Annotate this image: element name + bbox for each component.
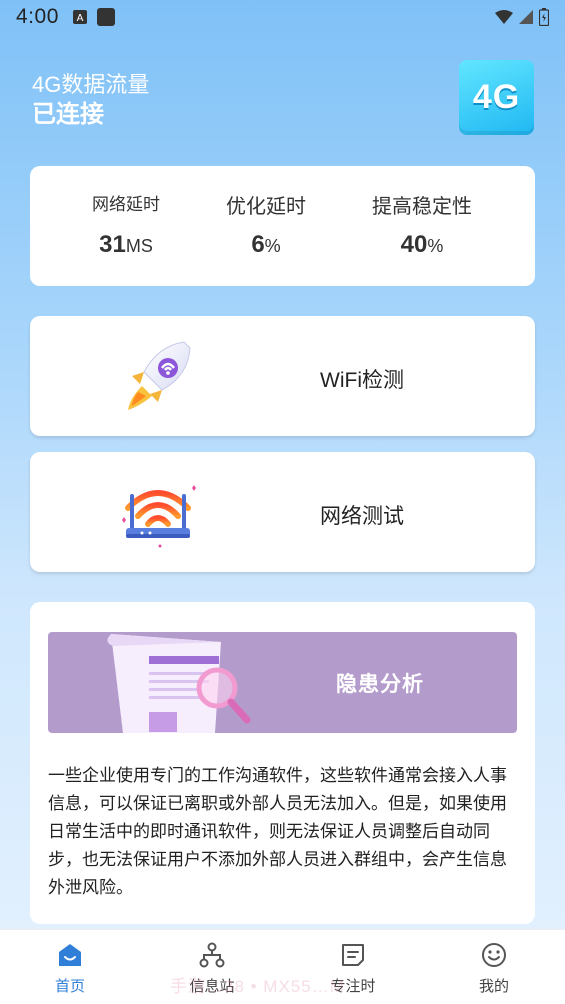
wifi-check-label: WiFi检测 xyxy=(320,369,404,392)
square-app-icon xyxy=(96,8,115,26)
nav-label: 首页 xyxy=(54,978,85,995)
nav-label: 专注时 xyxy=(330,978,376,995)
stat-number: 40 xyxy=(400,231,428,258)
stat-value: 40% xyxy=(360,231,484,259)
nav-item-mine[interactable]: 我的 xyxy=(454,942,534,996)
4g-badge-icon: 4G xyxy=(459,60,534,135)
bottom-nav: 首页 信息站 专注时 我的 xyxy=(0,929,565,1004)
rocket-icon xyxy=(128,341,191,410)
risk-analysis-card: 隐患分析 一些企业使用专门的工作沟通软件，这些软件通常会接入人事信息，可以保证已… xyxy=(30,602,535,924)
stat-label: 提高稳定性 xyxy=(372,196,472,218)
stat-unit: MS xyxy=(125,236,153,256)
home-icon xyxy=(59,944,81,966)
nav-item-focus[interactable]: 专注时 xyxy=(313,942,393,996)
stat-label: 网络延时 xyxy=(92,195,160,214)
wifi-icon xyxy=(495,10,513,24)
stat-optimized-latency: 优化延时 6% xyxy=(216,190,316,259)
a-notification-icon: A xyxy=(72,10,87,24)
nav-label: 信息站 xyxy=(189,978,235,995)
risk-analysis-text: 一些企业使用专门的工作沟通软件，这些软件通常会接入人事信息，可以保证已离职或外部… xyxy=(48,766,507,897)
stat-label: 优化延时 xyxy=(226,196,306,218)
status-time: 4:00 xyxy=(16,5,59,28)
stat-number: 31 xyxy=(99,231,126,258)
network-test-card[interactable]: 网络测试 xyxy=(30,452,535,572)
hierarchy-icon xyxy=(199,942,225,968)
nav-item-info-station[interactable]: 信息站 xyxy=(172,942,252,996)
stat-unit: % xyxy=(264,236,281,256)
battery-icon xyxy=(539,8,549,26)
stat-number: 6 xyxy=(251,231,265,258)
stats-card: 网络延时 31MS 优化延时 6% 提高稳定性 40% xyxy=(30,166,535,286)
stat-stability: 提高稳定性 40% xyxy=(360,190,484,259)
stat-unit: % xyxy=(427,236,444,256)
nav-item-home[interactable]: 首页 xyxy=(30,942,110,996)
network-test-label: 网络测试 xyxy=(320,505,404,528)
smile-icon xyxy=(482,943,506,967)
nav-label: 我的 xyxy=(478,978,509,995)
risk-analysis-banner[interactable]: 隐患分析 xyxy=(48,632,517,733)
note-icon xyxy=(342,944,364,966)
status-icons-right xyxy=(495,8,549,26)
wifi-router-icon xyxy=(122,485,196,548)
document-search-icon xyxy=(107,634,251,733)
stat-value: 6% xyxy=(216,231,316,259)
connection-status: 已连接 xyxy=(32,101,104,128)
signal-icon xyxy=(519,10,533,24)
risk-analysis-title: 隐患分析 xyxy=(336,673,424,696)
status-bar: 4:00 A xyxy=(0,0,565,34)
status-icons-left: A xyxy=(72,8,115,26)
stat-network-latency: 网络延时 31MS xyxy=(78,190,174,259)
svg-text:A: A xyxy=(76,13,83,24)
wifi-check-card[interactable]: WiFi检测 xyxy=(30,316,535,436)
connection-title: 4G数据流量 xyxy=(32,72,150,97)
stat-value: 31MS xyxy=(78,231,174,259)
